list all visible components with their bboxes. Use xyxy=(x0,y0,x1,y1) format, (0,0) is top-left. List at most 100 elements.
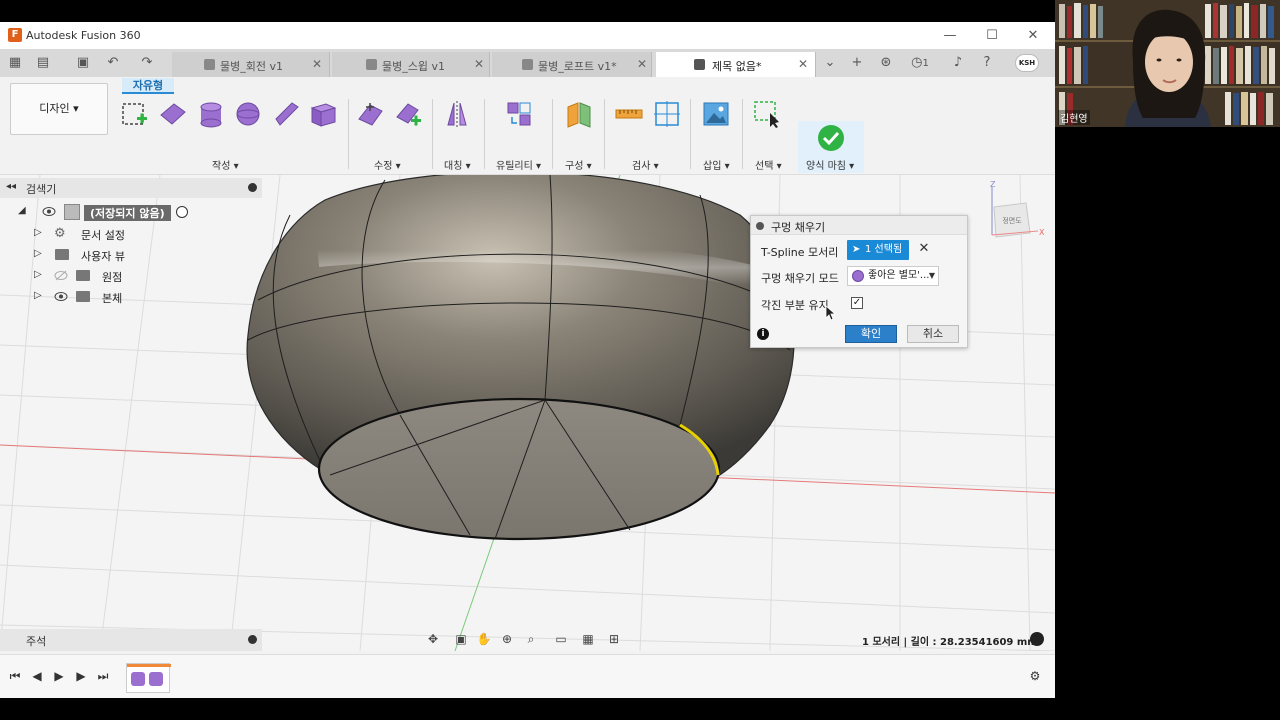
app-grid-icon[interactable]: ▦ xyxy=(6,54,24,72)
look-at-icon[interactable]: ▣ xyxy=(452,631,470,647)
viewports-icon[interactable]: ⊞ xyxy=(605,631,623,647)
utilities-menu[interactable]: 유틸리티 ▾ xyxy=(496,157,541,172)
modify-menu[interactable]: 수정 ▾ xyxy=(374,157,401,172)
timeline-settings-gear-icon[interactable]: ⚙ xyxy=(1027,668,1043,684)
browser-root-row[interactable]: ◢ (저장되지 않음) xyxy=(18,203,198,221)
tspline-edge-selector[interactable]: ➤ 1 선택됨 xyxy=(847,240,909,260)
collapse-browser-icon[interactable]: ◂◂ xyxy=(6,181,16,192)
timeline-feature-form[interactable] xyxy=(126,663,171,693)
undo-icon[interactable]: ↶ xyxy=(104,54,122,72)
browser-item-named-views[interactable]: ▷ 사용자 뷰 xyxy=(34,246,214,264)
close-tab-icon[interactable]: ✕ xyxy=(637,57,647,71)
symmetry-menu[interactable]: 대칭 ▾ xyxy=(444,157,471,172)
pan-icon[interactable]: ✋ xyxy=(475,631,493,647)
tab-doc-1[interactable]: 물병_회전 v1 ✕ xyxy=(172,52,330,77)
step-back-icon[interactable]: ◀ xyxy=(29,668,45,684)
clear-selection-icon[interactable]: ✕ xyxy=(917,241,931,257)
finish-form-icon[interactable] xyxy=(816,123,846,153)
close-tab-icon[interactable]: ✕ xyxy=(312,57,322,71)
tab-overflow-icon[interactable]: ⌄ xyxy=(820,54,840,72)
select-icon[interactable] xyxy=(752,99,782,129)
browser-item-origin[interactable]: ▷ 원점 xyxy=(34,267,214,285)
expand-triangle-icon[interactable]: ▷ xyxy=(34,248,42,259)
go-to-end-icon[interactable]: ⏭ xyxy=(95,668,111,684)
tab-doc-2[interactable]: 물병_스윕 v1 ✕ xyxy=(332,52,490,77)
browser-header[interactable]: ◂◂ 검색기 xyxy=(0,178,262,198)
dialog-header[interactable]: 구멍 채우기 xyxy=(751,216,967,235)
keep-sharp-checkbox[interactable]: ✓ xyxy=(851,297,863,309)
save-icon[interactable]: ▣ xyxy=(74,54,92,72)
zoom-icon[interactable]: ⊕ xyxy=(498,631,516,647)
collapse-dialog-icon[interactable] xyxy=(756,222,764,230)
expand-triangle-icon[interactable]: ▷ xyxy=(34,269,42,280)
workspace-switcher[interactable]: 디자인 ▾ xyxy=(10,83,108,135)
hidden-eye-icon[interactable] xyxy=(54,270,68,281)
visibility-eye-icon[interactable] xyxy=(54,291,68,302)
notifications-icon[interactable]: ♪ xyxy=(948,54,968,72)
browser-pin-icon[interactable] xyxy=(248,183,257,192)
insert-edge-icon[interactable] xyxy=(394,99,424,129)
cancel-button[interactable]: 취소 xyxy=(907,325,959,343)
construct-plane-icon[interactable] xyxy=(564,99,594,129)
inspect-menu[interactable]: 검사 ▾ xyxy=(632,157,659,172)
tab-doc-3[interactable]: 물병_로프트 v1* ✕ xyxy=(492,52,652,77)
user-avatar[interactable]: KSH xyxy=(1015,54,1039,72)
ok-button[interactable]: 확인 xyxy=(845,325,897,343)
go-to-start-icon[interactable]: ⏮ xyxy=(7,668,23,684)
fill-mode-value: 좋아은 별모'... xyxy=(868,270,930,281)
visibility-eye-icon[interactable] xyxy=(42,206,56,217)
selection-count: 1 선택됨 xyxy=(865,244,903,255)
quadball-primitive-icon[interactable] xyxy=(272,99,302,129)
expand-triangle-icon[interactable]: ▷ xyxy=(34,290,42,301)
finish-form-menu[interactable]: 양식 마침 ▾ xyxy=(806,157,854,172)
utilities-icon[interactable] xyxy=(504,99,534,129)
minimize-button[interactable]: — xyxy=(935,26,965,46)
browser-item-bodies[interactable]: ▷ 본체 xyxy=(34,288,214,306)
edit-form-icon[interactable] xyxy=(356,99,386,129)
file-menu-icon[interactable]: ▤ xyxy=(34,54,52,72)
play-icon[interactable]: ▶ xyxy=(51,668,67,684)
status-toggle-icon[interactable] xyxy=(1030,632,1044,646)
form-feature-icon xyxy=(149,672,163,686)
sphere-primitive-icon[interactable] xyxy=(233,99,263,129)
filled-hole-face[interactable] xyxy=(317,397,721,541)
help-icon[interactable]: ? xyxy=(977,54,997,72)
expand-triangle-icon[interactable]: ▷ xyxy=(34,227,42,238)
plane-primitive-icon[interactable] xyxy=(158,99,188,129)
collapse-triangle-icon[interactable]: ◢ xyxy=(18,205,26,216)
construct-menu[interactable]: 구성 ▾ xyxy=(565,157,592,172)
toolbar-divider xyxy=(432,99,433,169)
tab-freeform[interactable]: 자유형 xyxy=(122,78,174,94)
measure-icon[interactable] xyxy=(614,99,644,129)
new-tab-icon[interactable]: + xyxy=(847,54,867,72)
grid-settings-icon[interactable]: ▦ xyxy=(579,631,597,647)
activate-radio-icon[interactable] xyxy=(176,206,188,218)
comments-panel[interactable]: 주석 xyxy=(0,629,262,651)
select-menu[interactable]: 선택 ▾ xyxy=(755,157,782,172)
add-comment-icon[interactable] xyxy=(248,635,257,644)
step-forward-icon[interactable]: ▶ xyxy=(73,668,89,684)
fill-mode-dropdown[interactable]: 좋아은 별모'... ▼ xyxy=(847,266,939,286)
close-tab-icon[interactable]: ✕ xyxy=(798,57,808,71)
extensions-icon[interactable]: ⊛ xyxy=(876,54,896,72)
redo-icon[interactable]: ↷ xyxy=(138,54,156,72)
create-sketch-icon[interactable] xyxy=(120,99,150,129)
fit-icon[interactable]: ⌕ xyxy=(522,631,540,647)
insert-menu[interactable]: 삽입 ▾ xyxy=(703,157,730,172)
section-analysis-icon[interactable] xyxy=(652,99,682,129)
tab-doc-active[interactable]: 제목 없음* ✕ xyxy=(656,52,816,77)
box-primitive-icon[interactable] xyxy=(308,99,338,129)
create-menu[interactable]: 작성 ▾ xyxy=(212,157,239,172)
browser-item-document-settings[interactable]: ▷ ⚙ 문서 설정 xyxy=(34,225,214,243)
info-icon[interactable]: i xyxy=(757,328,769,340)
insert-image-icon[interactable] xyxy=(701,99,731,129)
close-tab-icon[interactable]: ✕ xyxy=(474,57,484,71)
close-button[interactable]: ✕ xyxy=(1018,26,1048,46)
cylinder-primitive-icon[interactable] xyxy=(196,99,226,129)
tab-label: 물병_스윕 v1 xyxy=(382,60,445,73)
orbit-icon[interactable]: ✥ xyxy=(424,631,442,647)
maximize-button[interactable]: ☐ xyxy=(977,26,1007,46)
symmetry-icon[interactable] xyxy=(442,99,472,129)
display-settings-icon[interactable]: ▭ xyxy=(552,631,570,647)
job-status-icon[interactable]: ◷1 xyxy=(906,54,934,72)
